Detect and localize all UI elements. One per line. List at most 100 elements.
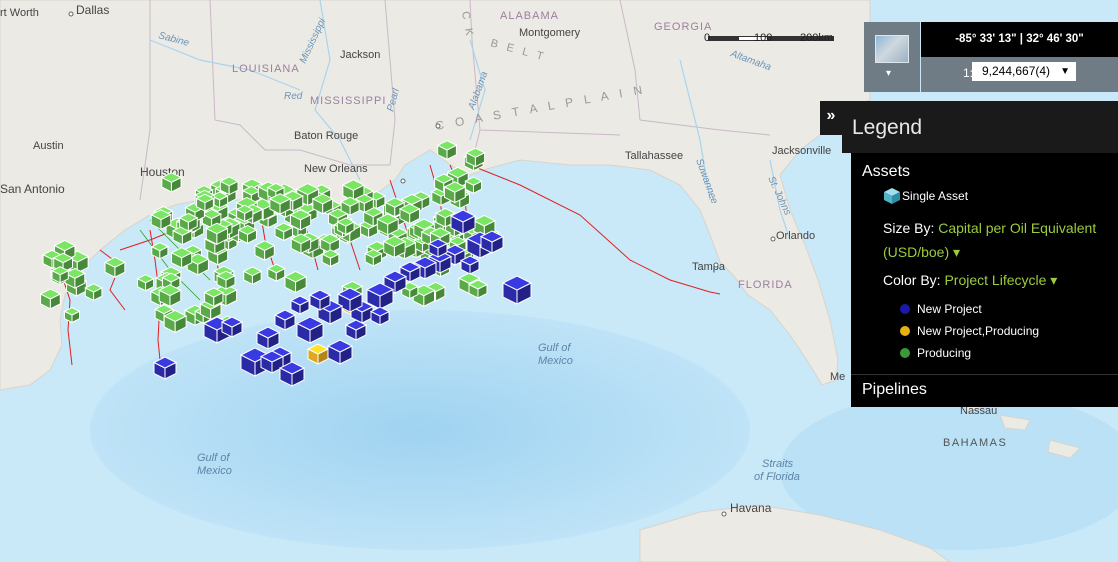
- scale-select[interactable]: 9,244,667(4) ▼: [972, 62, 1076, 81]
- asset-producing[interactable]: [283, 270, 308, 294]
- asset-producing[interactable]: [242, 266, 263, 286]
- asset-producing[interactable]: [376, 213, 400, 236]
- asset-producing[interactable]: [205, 222, 229, 246]
- asset-producing[interactable]: [382, 235, 407, 259]
- color-by-dropdown[interactable]: Project Lifecycle ▾: [944, 272, 1057, 288]
- label-mexico-1: Mexico: [538, 355, 573, 367]
- label-florida: FLORIDA: [738, 279, 793, 291]
- dropdown-arrow-icon: ▼: [1060, 66, 1070, 77]
- asset-producing[interactable]: [340, 196, 361, 216]
- asset-new-project[interactable]: [255, 326, 281, 350]
- label-alabama: ALABAMA: [500, 10, 559, 22]
- asset-producing[interactable]: [219, 176, 240, 196]
- label-tampa: Tampa: [692, 261, 726, 273]
- label-austin: Austin: [33, 140, 64, 152]
- asset-new-project[interactable]: [220, 316, 244, 338]
- asset-producing[interactable]: [436, 140, 458, 161]
- scale-value: 9,244,667(4): [982, 64, 1051, 78]
- scale-tick-0: 0: [704, 32, 711, 44]
- asset-producing[interactable]: [336, 217, 356, 236]
- legend-pipelines-heading[interactable]: Pipelines: [862, 381, 927, 399]
- asset-producing[interactable]: [268, 193, 292, 215]
- asset-producing[interactable]: [136, 274, 155, 292]
- legend-collapse-button[interactable]: »: [820, 101, 842, 135]
- asset-producing[interactable]: [266, 263, 286, 283]
- asset-producing[interactable]: [158, 284, 182, 308]
- legend-color-by: Color By: Project Lifecycle ▾: [883, 272, 1057, 289]
- asset-new-project[interactable]: [308, 289, 332, 311]
- asset-producing[interactable]: [237, 224, 258, 245]
- coordinate-readout: -85° 33' 13" | 32° 46' 30": [921, 22, 1118, 57]
- legend-size-by: Size By: Capital per Oil Equivalent (USD…: [883, 216, 1113, 264]
- asset-producing[interactable]: [290, 233, 312, 255]
- asset-producing[interactable]: [215, 270, 237, 290]
- label-miami: Me: [830, 371, 845, 383]
- asset-producing[interactable]: [163, 309, 188, 334]
- color-by-label: Color By:: [883, 272, 941, 288]
- asset-producing[interactable]: [178, 212, 199, 232]
- asset-producing[interactable]: [289, 209, 312, 231]
- legend-dot-new-project: [900, 304, 910, 314]
- asset-producing[interactable]: [84, 283, 104, 302]
- label-fort-worth: rt Worth: [0, 7, 39, 19]
- legend-item-new-project: New Project: [917, 302, 982, 316]
- asset-producing[interactable]: [203, 287, 225, 308]
- asset-producing[interactable]: [443, 181, 467, 204]
- basemap-thumbnail-icon: [875, 35, 909, 63]
- legend-item-new-project-producing: New Project,Producing: [917, 324, 1040, 338]
- label-mexico-2: Mexico: [197, 465, 232, 477]
- asset-producing[interactable]: [150, 242, 170, 260]
- legend-header: Legend: [842, 101, 1118, 153]
- asset-producing[interactable]: [235, 204, 254, 223]
- legend-title: Legend: [852, 116, 923, 139]
- label-san-antonio: San Antonio: [0, 182, 65, 196]
- label-tallahassee: Tallahassee: [625, 150, 683, 162]
- asset-producing[interactable]: [103, 256, 126, 278]
- scale-bar: 0 100 200km: [704, 30, 838, 50]
- asset-producing[interactable]: [63, 306, 81, 324]
- label-straits: Straits: [762, 458, 794, 470]
- chevron-down-icon: ▾: [886, 68, 892, 79]
- label-havana: Havana: [730, 501, 772, 515]
- legend-assets-heading[interactable]: Assets: [862, 163, 910, 181]
- label-of-florida: of Florida: [754, 471, 800, 483]
- label-louisiana: LOUISIANA: [232, 63, 300, 75]
- scale-tick-100: 100: [754, 32, 773, 44]
- asset-new-project[interactable]: [344, 319, 368, 341]
- asset-new-project[interactable]: [427, 238, 449, 258]
- asset-new-project[interactable]: [459, 255, 481, 275]
- legend-dot-producing: [900, 348, 910, 358]
- asset-producing[interactable]: [195, 193, 215, 212]
- asset-producing[interactable]: [464, 176, 483, 195]
- asset-producing[interactable]: [253, 240, 276, 261]
- asset-new-project[interactable]: [152, 356, 178, 380]
- asset-producing[interactable]: [273, 222, 294, 242]
- asset-producing[interactable]: [39, 288, 62, 310]
- label-dallas: Dallas: [76, 3, 109, 17]
- label-jackson: Jackson: [340, 49, 380, 61]
- asset-producing[interactable]: [311, 193, 334, 215]
- asset-producing[interactable]: [398, 203, 421, 225]
- label-gulf-of-2: Gulf of: [197, 452, 230, 464]
- asset-new-project[interactable]: [289, 295, 311, 315]
- scale-panel: 1: 9,244,667(4) ▼: [921, 57, 1118, 92]
- label-baton-rouge: Baton Rouge: [294, 130, 358, 142]
- asset-producing[interactable]: [170, 247, 193, 269]
- asset-producing[interactable]: [321, 249, 340, 268]
- asset-new-project-producing[interactable]: [306, 343, 330, 365]
- asset-producing[interactable]: [50, 266, 70, 284]
- asset-producing[interactable]: [160, 172, 183, 193]
- asset-new-project[interactable]: [273, 309, 297, 331]
- asset-new-project[interactable]: [479, 230, 505, 254]
- legend-panel: Assets Single Asset Size By: Capital per…: [851, 153, 1118, 407]
- asset-producing[interactable]: [467, 279, 489, 299]
- asset-producing[interactable]: [364, 248, 383, 267]
- asset-new-project[interactable]: [369, 306, 391, 326]
- legend-single-asset: Single Asset: [902, 189, 969, 203]
- asset-producing[interactable]: [150, 209, 172, 231]
- label-jacksonville: Jacksonville: [772, 145, 831, 157]
- size-by-label: Size By:: [883, 220, 935, 236]
- basemap-gallery-button[interactable]: ▾: [864, 22, 920, 92]
- asset-producing[interactable]: [465, 147, 486, 168]
- label-bahamas: BAHAMAS: [943, 437, 1007, 449]
